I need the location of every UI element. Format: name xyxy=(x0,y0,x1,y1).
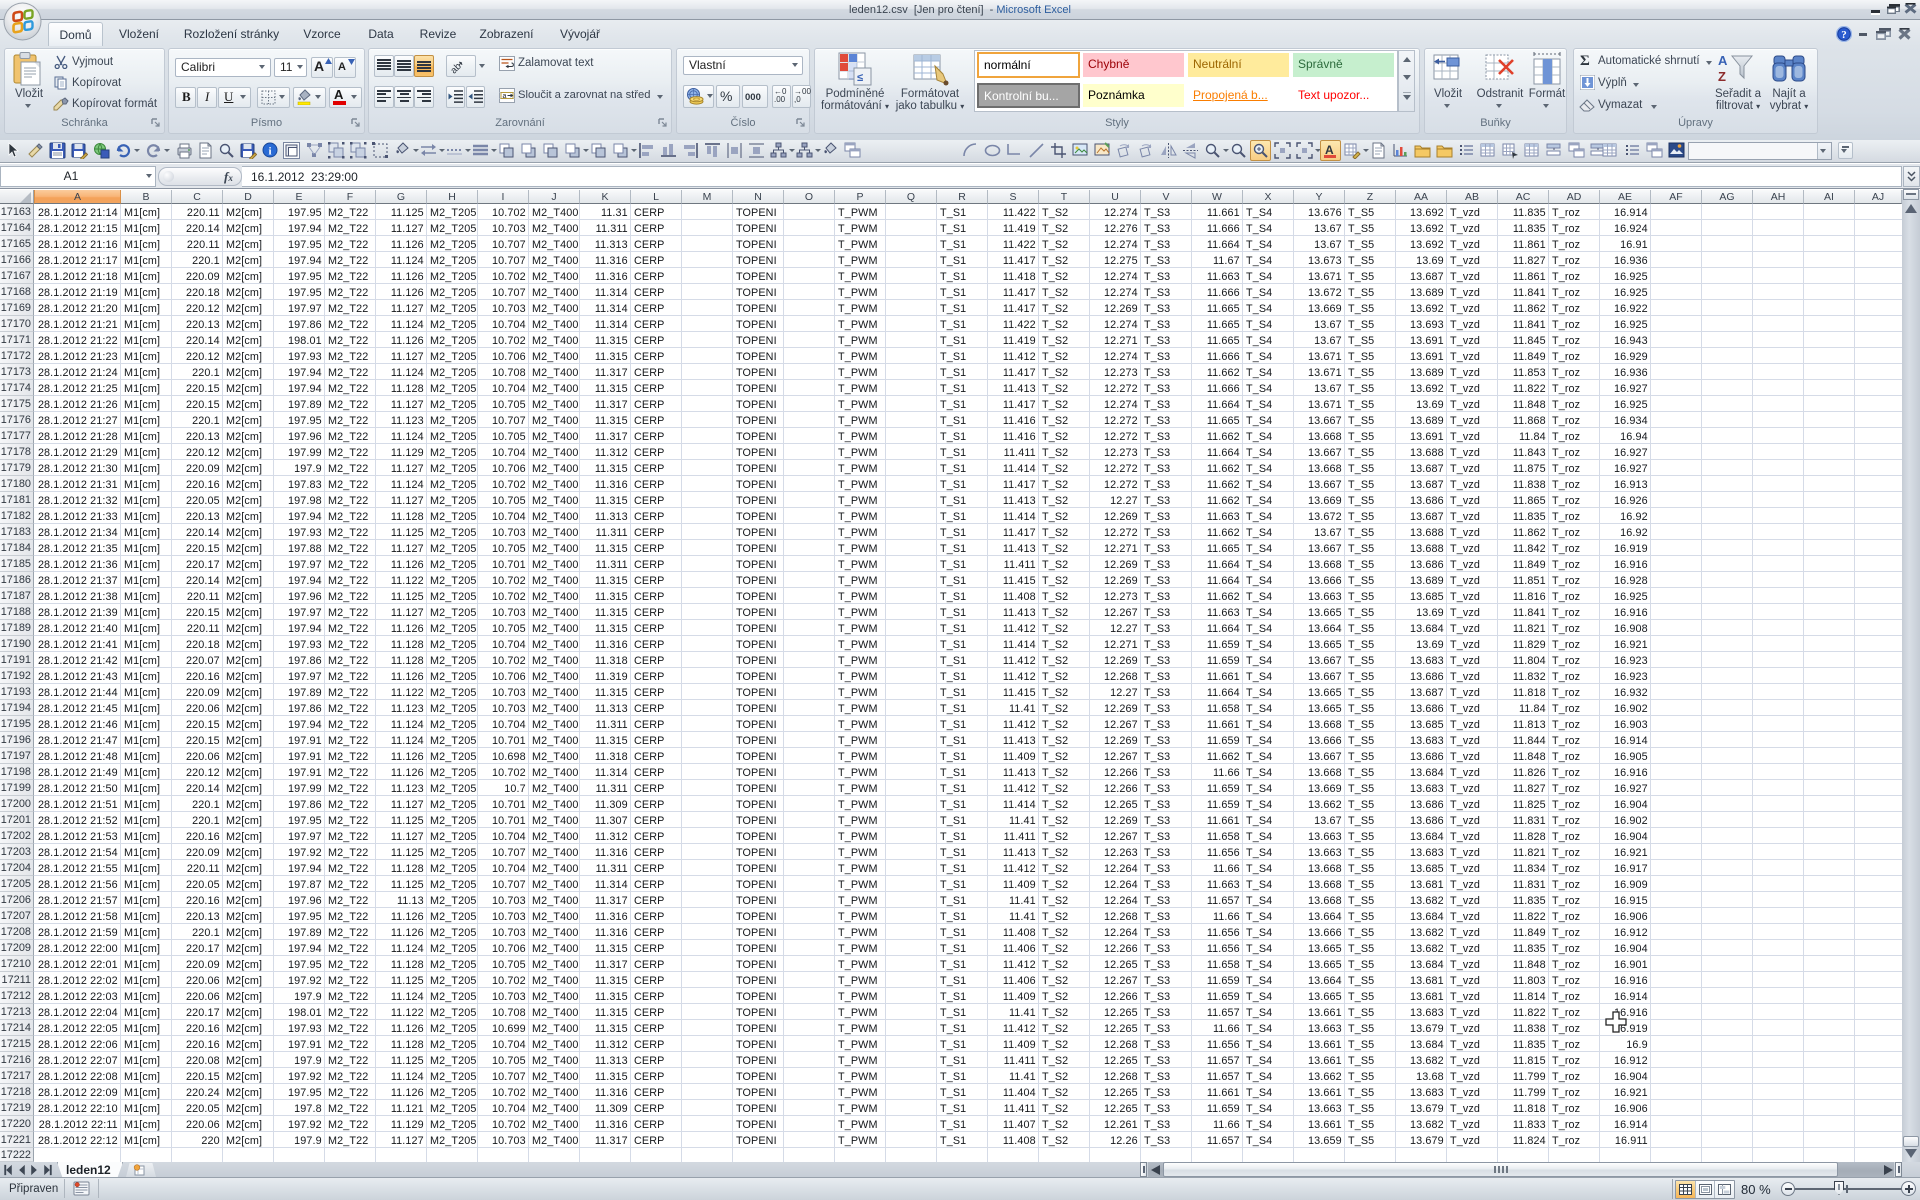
svg-text:i: i xyxy=(268,146,271,158)
svg-text:?: ? xyxy=(1841,29,1847,41)
svg-text:Z: Z xyxy=(1718,69,1726,84)
svg-text:A: A xyxy=(1718,53,1728,68)
svg-text:a: a xyxy=(503,93,507,100)
svg-text:A: A xyxy=(1325,143,1334,157)
svg-text:≤: ≤ xyxy=(857,72,863,84)
